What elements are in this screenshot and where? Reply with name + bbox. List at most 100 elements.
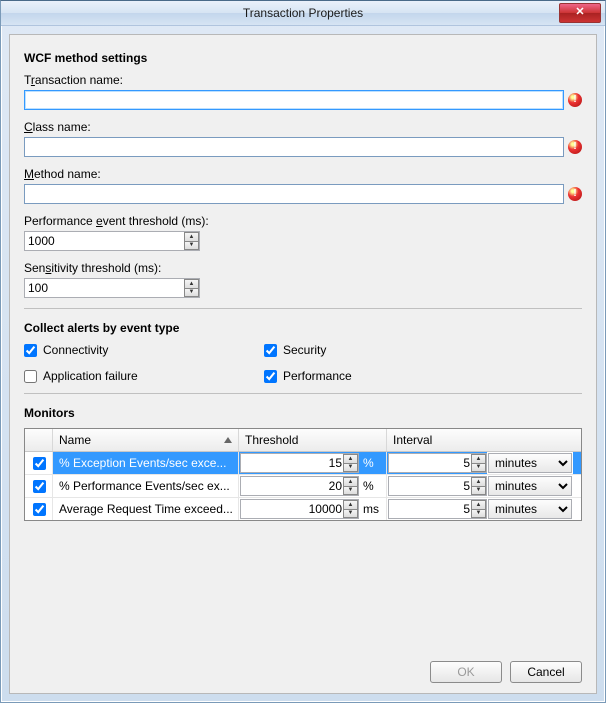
sensitivity-threshold-field: Sensitivity threshold (ms): ▲ ▼ [24, 261, 582, 298]
col-name-header-label: Name [59, 433, 91, 447]
row-enabled-cell [25, 498, 53, 520]
spin-down-button[interactable]: ▼ [471, 510, 486, 519]
row-threshold-input[interactable] [240, 453, 359, 473]
spin-buttons: ▲ ▼ [184, 279, 199, 297]
spin-down-button[interactable]: ▼ [184, 242, 199, 251]
alert-checkbox-item[interactable]: Connectivity [24, 343, 264, 357]
alerts-heading: Collect alerts by event type [24, 321, 582, 335]
method-name-input[interactable] [24, 184, 564, 204]
spin-up-button[interactable]: ▲ [471, 454, 486, 464]
col-threshold-header[interactable]: Threshold [239, 429, 387, 451]
spin-up-button[interactable]: ▲ [184, 232, 199, 242]
row-name-cell: Average Request Time exceed... [53, 498, 239, 520]
row-enabled-checkbox[interactable] [33, 457, 46, 470]
class-name-label: Class name: [24, 120, 582, 134]
divider [24, 393, 582, 394]
row-threshold-input[interactable] [240, 499, 359, 519]
spin-up-button[interactable]: ▲ [343, 454, 358, 464]
spin-up-button[interactable]: ▲ [343, 477, 358, 487]
row-enabled-checkbox[interactable] [33, 503, 46, 516]
spin-up-button[interactable]: ▲ [184, 279, 199, 289]
row-name-cell: % Performance Events/sec ex... [53, 475, 239, 497]
dialog-body: WCF method settings Transaction name: ! … [9, 34, 597, 694]
row-threshold-unit: ms [359, 498, 387, 520]
col-name-header[interactable]: Name [53, 429, 239, 451]
row-threshold-unit: % [359, 452, 387, 474]
row-interval-unit-cell: minutes [487, 498, 573, 520]
col-enabled-header[interactable] [25, 429, 53, 451]
row-enabled-cell [25, 475, 53, 497]
row-interval-cell: ▲▼ [387, 475, 487, 497]
ok-button[interactable]: OK [430, 661, 502, 683]
label-part: ethod name: [34, 167, 101, 181]
row-name-cell: % Exception Events/sec exce... [53, 452, 239, 474]
spin-down-button[interactable]: ▼ [343, 510, 358, 519]
row-interval-unit-select[interactable]: minutes [488, 453, 572, 473]
transaction-name-label: Transaction name: [24, 73, 582, 87]
spin-up-button[interactable]: ▲ [471, 500, 486, 510]
sensitivity-threshold-input[interactable] [24, 278, 200, 298]
divider [24, 308, 582, 309]
monitors-header-row: Name Threshold Interval [25, 429, 581, 452]
alert-checkbox[interactable] [24, 344, 37, 357]
row-interval-unit-select[interactable]: minutes [488, 476, 572, 496]
col-interval-header[interactable]: Interval [387, 429, 573, 451]
spin-down-button[interactable]: ▼ [184, 289, 199, 298]
dialog-window: Transaction Properties ✕ WCF method sett… [0, 0, 606, 703]
spin-buttons: ▲ ▼ [184, 232, 199, 250]
alert-label: Connectivity [43, 343, 108, 357]
table-row[interactable]: Average Request Time exceed...▲▼ms▲▼minu… [25, 498, 581, 520]
label-mnemonic: M [24, 167, 34, 181]
row-enabled-cell [25, 452, 53, 474]
label-part: ansaction name: [35, 73, 123, 87]
perf-threshold-label: Performance event threshold (ms): [24, 214, 582, 228]
spin-down-button[interactable]: ▼ [343, 487, 358, 496]
monitors-table: Name Threshold Interval % Exception Even… [24, 428, 582, 521]
wcf-heading: WCF method settings [24, 51, 582, 65]
row-interval-cell: ▲▼ [387, 452, 487, 474]
alert-checkbox-item[interactable]: Security [264, 343, 504, 357]
spin-down-button[interactable]: ▼ [343, 464, 358, 473]
row-interval-unit-cell: minutes [487, 475, 573, 497]
alerts-grid: Connectivity Security Application failure P… [24, 343, 582, 383]
alert-label: Security [283, 343, 326, 357]
table-row[interactable]: % Performance Events/sec ex...▲▼%▲▼minut… [25, 475, 581, 498]
row-threshold-cell: ▲▼ [239, 498, 359, 520]
class-name-input[interactable] [24, 137, 564, 157]
method-name-label: Method name: [24, 167, 582, 181]
perf-threshold-input[interactable] [24, 231, 200, 251]
sensitivity-threshold-spin: ▲ ▼ [24, 278, 200, 298]
spin-down-button[interactable]: ▼ [471, 464, 486, 473]
spin-up-button[interactable]: ▲ [343, 500, 358, 510]
row-threshold-input[interactable] [240, 476, 359, 496]
error-icon: ! [568, 93, 582, 107]
transaction-name-input[interactable] [24, 90, 564, 110]
row-interval-unit-select[interactable]: minutes [488, 499, 572, 519]
spin-down-button[interactable]: ▼ [471, 487, 486, 496]
titlebar: Transaction Properties ✕ [1, 1, 605, 26]
cancel-button[interactable]: Cancel [510, 661, 582, 683]
window-title: Transaction Properties [243, 6, 363, 20]
error-icon: ! [568, 140, 582, 154]
perf-threshold-field: Performance event threshold (ms): ▲ ▼ [24, 214, 582, 251]
alert-checkbox[interactable] [264, 344, 277, 357]
alert-checkbox[interactable] [264, 370, 277, 383]
label-part: Performance [24, 214, 96, 228]
spin-up-button[interactable]: ▲ [471, 477, 486, 487]
sort-asc-icon [224, 437, 232, 443]
col-threshold-header-label: Threshold [245, 433, 298, 447]
row-interval-cell: ▲▼ [387, 498, 487, 520]
perf-threshold-spin: ▲ ▼ [24, 231, 200, 251]
alert-checkbox[interactable] [24, 370, 37, 383]
table-row[interactable]: % Exception Events/sec exce...▲▼%▲▼minut… [25, 452, 581, 475]
sensitivity-threshold-label: Sensitivity threshold (ms): [24, 261, 582, 275]
error-icon: ! [568, 187, 582, 201]
close-button[interactable]: ✕ [559, 3, 601, 23]
row-enabled-checkbox[interactable] [33, 480, 46, 493]
label-part: Sen [24, 261, 45, 275]
label-part: T [24, 73, 31, 87]
alert-label: Performance [283, 369, 352, 383]
row-threshold-unit: % [359, 475, 387, 497]
alert-checkbox-item[interactable]: Performance [264, 369, 504, 383]
alert-checkbox-item[interactable]: Application failure [24, 369, 264, 383]
